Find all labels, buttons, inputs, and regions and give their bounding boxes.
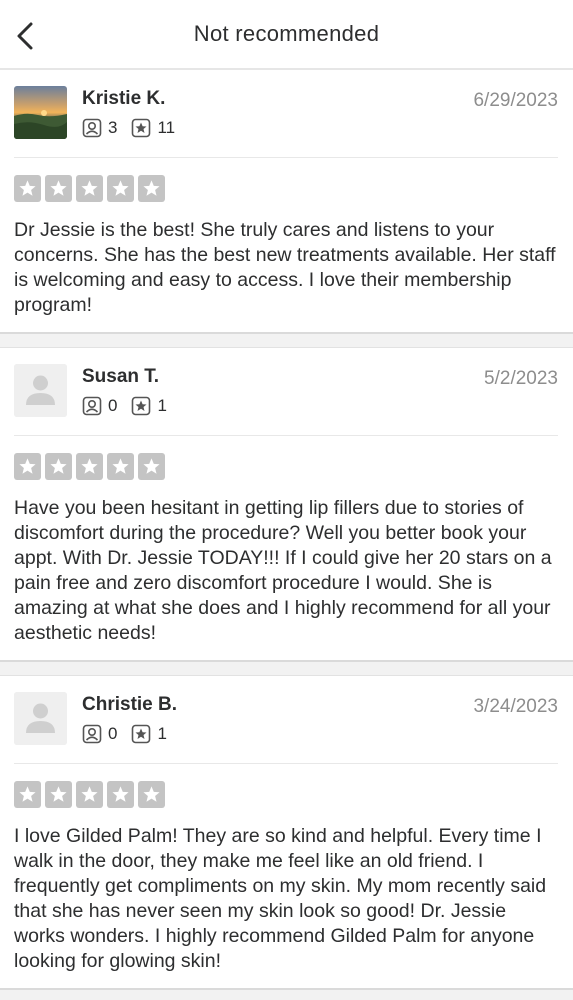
- friends-count: 0: [108, 396, 118, 415]
- star-icon: [76, 175, 103, 202]
- review-date: 6/29/2023: [473, 90, 558, 111]
- review-date: 5/2/2023: [484, 368, 558, 389]
- reviewer-name[interactable]: Susan T.: [82, 366, 159, 388]
- reviewer-stats: 0 1: [82, 724, 181, 744]
- reviewer-name[interactable]: Christie B.: [82, 694, 177, 716]
- divider: [14, 763, 558, 764]
- friends-icon: [82, 396, 102, 416]
- reviews-count: 1: [157, 396, 167, 415]
- reviews-star-icon: [132, 118, 151, 138]
- avatar[interactable]: [14, 86, 67, 139]
- star-icon: [138, 453, 165, 480]
- star-icon: [14, 453, 41, 480]
- star-icon: [107, 175, 134, 202]
- friends-icon: [82, 724, 102, 744]
- top-bar: Not recommended: [0, 0, 573, 70]
- section-separator: [0, 988, 573, 1000]
- star-icon: [76, 453, 103, 480]
- friends-icon: [82, 118, 102, 138]
- reviews-count: 1: [157, 724, 167, 743]
- section-separator: [0, 660, 573, 676]
- review-text: I love Gilded Palm! They are so kind and…: [14, 825, 547, 972]
- star-icon: [107, 781, 134, 808]
- avatar[interactable]: [14, 364, 67, 417]
- review-date: 3/24/2023: [473, 696, 558, 717]
- reviewer-name[interactable]: Kristie K.: [82, 88, 165, 110]
- reviews-star-icon: [132, 724, 151, 744]
- back-button[interactable]: [10, 18, 40, 54]
- review-card: Kristie K. 6/29/2023 3 11 Dr Jessie is t…: [0, 70, 573, 332]
- reviews-count: 11: [157, 118, 176, 137]
- section-separator: [0, 332, 573, 348]
- star-icon: [45, 175, 72, 202]
- star-rating: [14, 781, 558, 808]
- star-icon: [45, 453, 72, 480]
- star-icon: [138, 175, 165, 202]
- star-icon: [76, 781, 103, 808]
- star-icon: [45, 781, 72, 808]
- reviewer-stats: 3 11: [82, 118, 189, 138]
- star-icon: [14, 781, 41, 808]
- review-text: Have you been hesitant in getting lip fi…: [14, 497, 552, 644]
- divider: [14, 157, 558, 158]
- star-icon: [107, 453, 134, 480]
- star-rating: [14, 453, 558, 480]
- divider: [14, 435, 558, 436]
- review-card: Susan T. 5/2/2023 0 1 Have you been hesi…: [0, 348, 573, 660]
- star-icon: [138, 781, 165, 808]
- default-user-icon: [14, 692, 67, 745]
- reviewer-stats: 0 1: [82, 396, 181, 416]
- sunset-photo-avatar-icon: [14, 86, 67, 139]
- avatar[interactable]: [14, 692, 67, 745]
- default-user-icon: [14, 364, 67, 417]
- star-rating: [14, 175, 558, 202]
- star-icon: [14, 175, 41, 202]
- review-text: Dr Jessie is the best! She truly cares a…: [14, 219, 556, 316]
- friends-count: 0: [108, 724, 118, 743]
- chevron-left-icon: [17, 22, 33, 50]
- reviews-star-icon: [132, 396, 151, 416]
- page-title: Not recommended: [193, 21, 380, 46]
- friends-count: 3: [108, 118, 118, 137]
- review-card: Christie B. 3/24/2023 0 1 I love Gilded …: [0, 676, 573, 988]
